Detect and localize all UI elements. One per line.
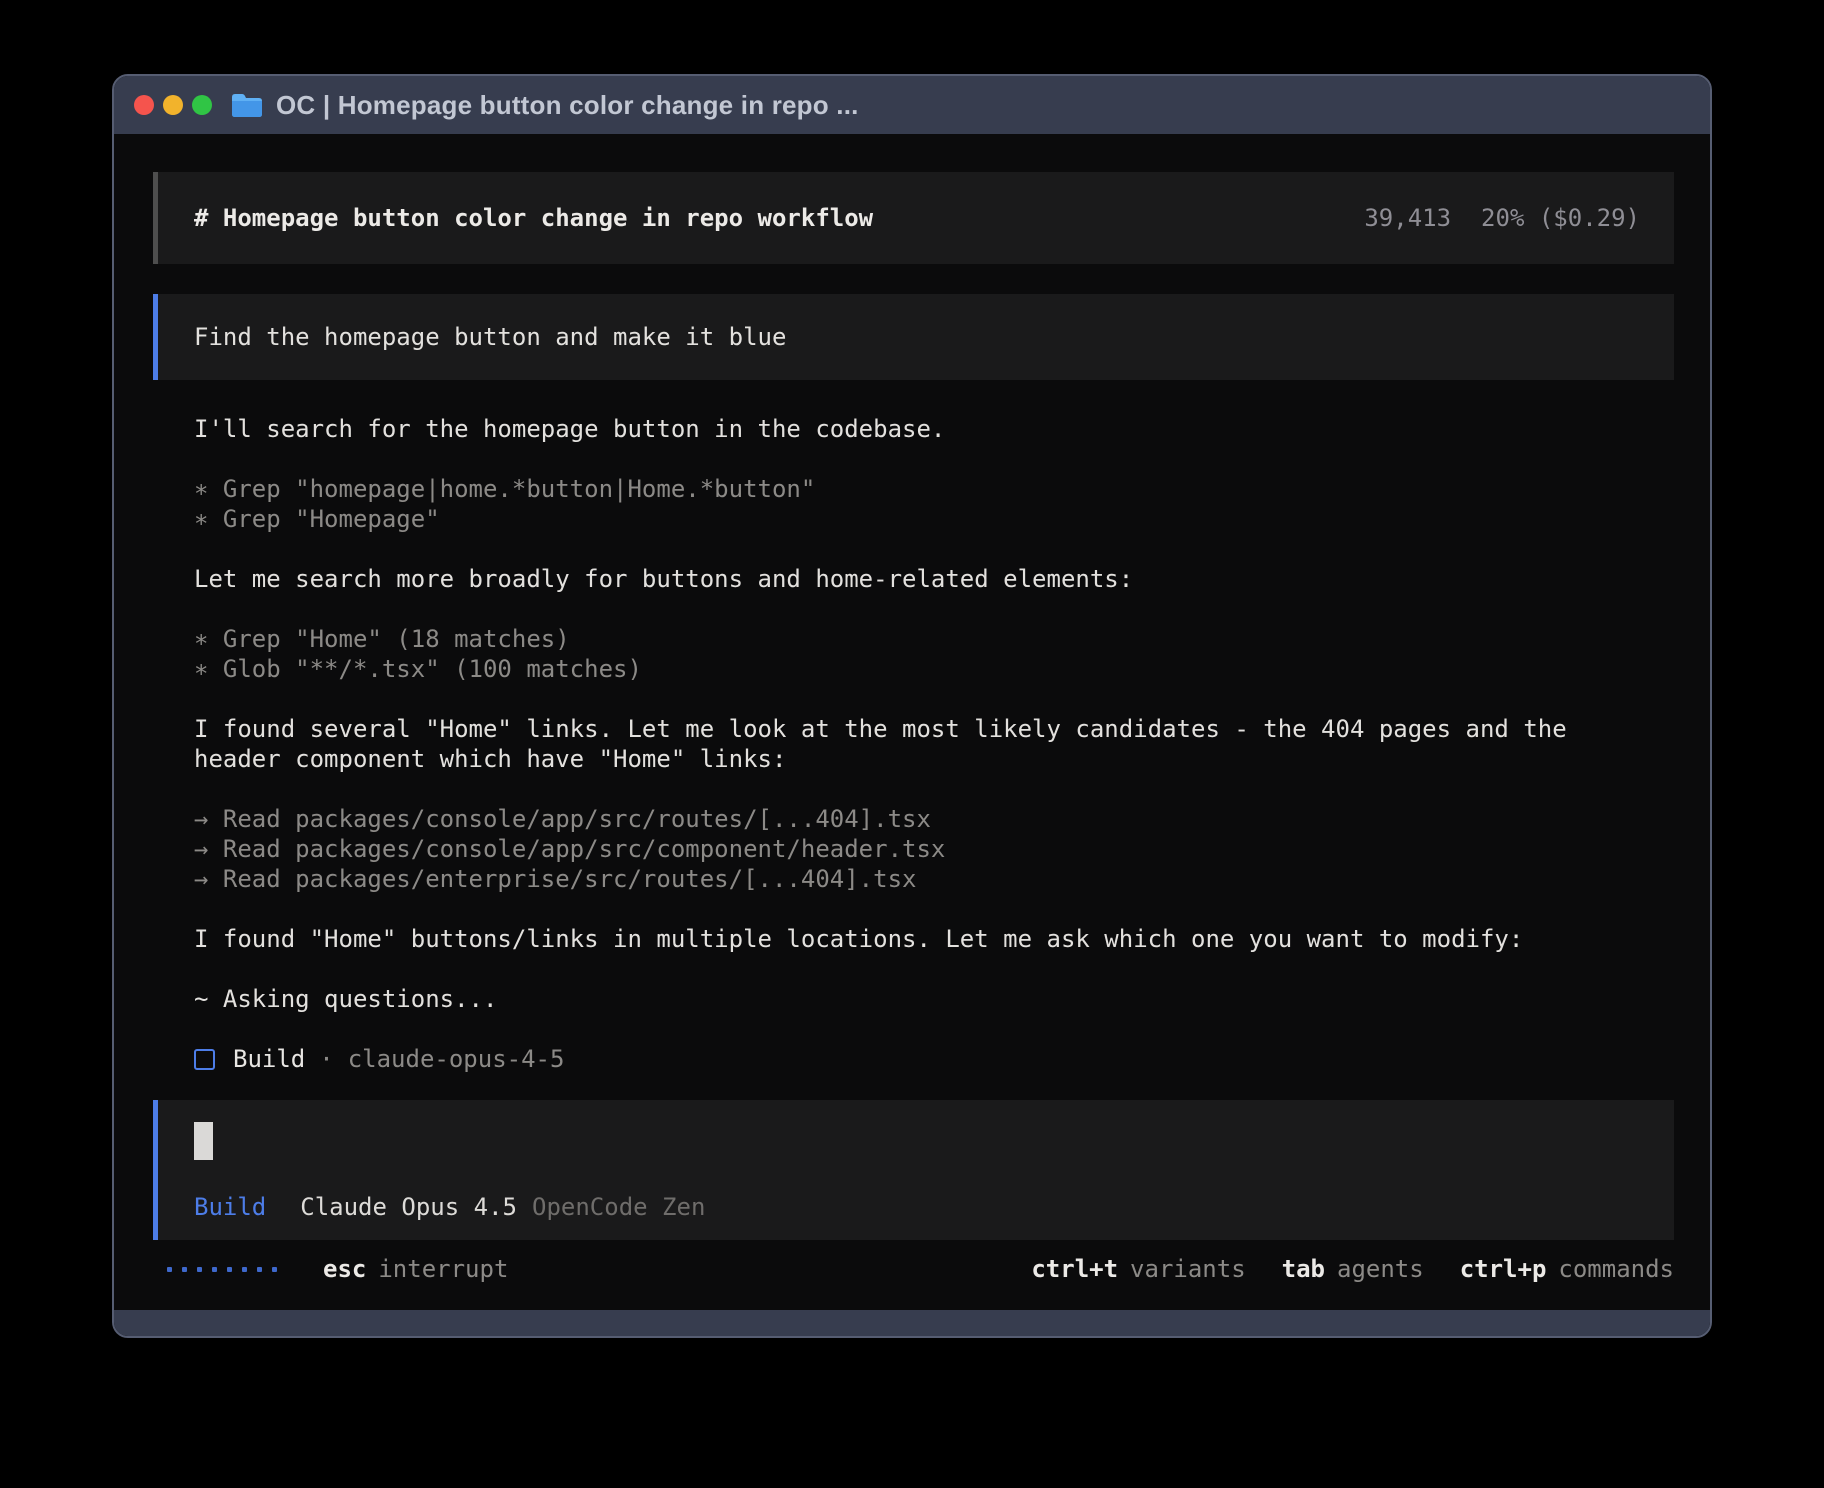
- status-separator: ·: [319, 1044, 333, 1074]
- agents-label: agents: [1337, 1254, 1424, 1284]
- window-bottom-strip: [114, 1310, 1710, 1336]
- transcript-line: → Read packages/console/app/src/componen…: [194, 834, 1674, 864]
- session-title: # Homepage button color change in repo w…: [194, 204, 873, 232]
- agent-name: Build: [233, 1044, 305, 1074]
- transcript-paragraph: ~ Asking questions...: [194, 984, 1674, 1014]
- input-provider-label: OpenCode Zen: [532, 1192, 705, 1222]
- spinner-dot: [167, 1267, 172, 1272]
- transcript-paragraph: I found "Home" buttons/links in multiple…: [194, 924, 1674, 954]
- zoom-button[interactable]: [192, 95, 212, 115]
- transcript-line: ∗ Grep "Home" (18 matches): [194, 624, 1674, 654]
- spinner-dot: [257, 1267, 262, 1272]
- window-title: OC | Homepage button color change in rep…: [276, 90, 859, 121]
- transcript-paragraph: → Read packages/console/app/src/routes/[…: [194, 804, 1674, 894]
- transcript-line: → Read packages/enterprise/src/routes/[.…: [194, 864, 1674, 894]
- tab-key: tab: [1282, 1254, 1325, 1284]
- agent-square-icon: [194, 1049, 215, 1070]
- transcript: I'll search for the homepage button in t…: [194, 414, 1674, 1044]
- spinner-dot: [272, 1267, 277, 1272]
- ctrl-p-key: ctrl+p: [1460, 1254, 1547, 1284]
- minimize-button[interactable]: [163, 95, 183, 115]
- agents-hint: tab agents: [1282, 1254, 1424, 1284]
- session-header: # Homepage button color change in repo w…: [153, 172, 1674, 264]
- esc-key: esc: [323, 1254, 366, 1284]
- interrupt-hint: esc interrupt: [323, 1254, 508, 1284]
- spinner-dot: [212, 1267, 217, 1272]
- transcript-line: ∗ Glob "**/*.tsx" (100 matches): [194, 654, 1674, 684]
- input-cursor: [194, 1122, 213, 1160]
- folder-icon: [230, 92, 264, 119]
- variants-hint: ctrl+t variants: [1031, 1254, 1245, 1284]
- transcript-paragraph: ∗ Grep "Home" (18 matches)∗ Glob "**/*.t…: [194, 624, 1674, 684]
- input-model-row: Build Claude Opus 4.5 OpenCode Zen: [194, 1192, 1638, 1222]
- transcript-line: I found several "Home" links. Let me loo…: [194, 714, 1674, 744]
- transcript-paragraph: I found several "Home" links. Let me loo…: [194, 714, 1674, 774]
- titlebar: OC | Homepage button color change in rep…: [114, 76, 1710, 134]
- transcript-paragraph: Let me search more broadly for buttons a…: [194, 564, 1674, 594]
- status-bar-left: esc interrupt: [167, 1254, 508, 1284]
- status-bar-right: ctrl+t variants tab agents ctrl+p comman…: [1031, 1254, 1674, 1284]
- transcript-line: Let me search more broadly for buttons a…: [194, 564, 1674, 594]
- spinner-dot: [182, 1267, 187, 1272]
- user-message: Find the homepage button and make it blu…: [153, 294, 1674, 380]
- close-button[interactable]: [134, 95, 154, 115]
- token-count: 39,413: [1364, 204, 1451, 232]
- input-model-label: Claude Opus 4.5: [300, 1192, 517, 1222]
- spinner-dot: [227, 1267, 232, 1272]
- ctrl-t-key: ctrl+t: [1031, 1254, 1118, 1284]
- transcript-line: I'll search for the homepage button in t…: [194, 414, 1674, 444]
- titlebar-title-group: OC | Homepage button color change in rep…: [230, 90, 859, 121]
- traffic-lights: [134, 95, 212, 115]
- session-stats: 39,413 20% ($0.29): [1364, 204, 1640, 232]
- transcript-line: ∗ Grep "Homepage": [194, 504, 1674, 534]
- terminal-content: # Homepage button color change in repo w…: [114, 134, 1710, 1310]
- transcript-paragraph: I'll search for the homepage button in t…: [194, 414, 1674, 444]
- transcript-line: I found "Home" buttons/links in multiple…: [194, 924, 1674, 954]
- spinner-dots: [167, 1267, 277, 1272]
- transcript-paragraph: ∗ Grep "homepage|home.*button|Home.*butt…: [194, 474, 1674, 534]
- agent-status-line: Build · claude-opus-4-5: [194, 1044, 1674, 1074]
- variants-label: variants: [1130, 1254, 1246, 1284]
- terminal-window: OC | Homepage button color change in rep…: [112, 74, 1712, 1338]
- context-usage: 20% ($0.29): [1481, 204, 1640, 232]
- transcript-line: ∗ Grep "homepage|home.*button|Home.*butt…: [194, 474, 1674, 504]
- spinner-dot: [242, 1267, 247, 1272]
- transcript-line: → Read packages/console/app/src/routes/[…: [194, 804, 1674, 834]
- spinner-dot: [197, 1267, 202, 1272]
- commands-hint: ctrl+p commands: [1460, 1254, 1674, 1284]
- prompt-input[interactable]: Build Claude Opus 4.5 OpenCode Zen: [153, 1100, 1674, 1240]
- model-name: claude-opus-4-5: [348, 1044, 565, 1074]
- transcript-line: header component which have "Home" links…: [194, 744, 1674, 774]
- interrupt-label: interrupt: [378, 1254, 508, 1284]
- user-message-text: Find the homepage button and make it blu…: [194, 323, 786, 351]
- status-bar: esc interrupt ctrl+t variants tab agents…: [153, 1254, 1674, 1284]
- transcript-line: ~ Asking questions...: [194, 984, 1674, 1014]
- input-agent-label: Build: [194, 1192, 266, 1222]
- commands-label: commands: [1558, 1254, 1674, 1284]
